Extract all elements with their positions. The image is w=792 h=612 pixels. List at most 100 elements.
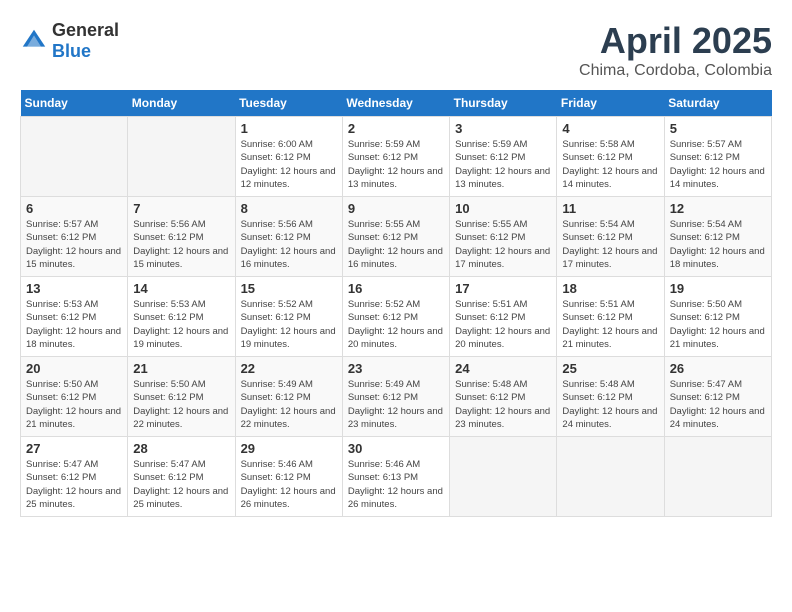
day-number: 22	[241, 361, 337, 376]
weekday-header-thursday: Thursday	[450, 90, 557, 117]
day-number: 30	[348, 441, 444, 456]
calendar-table: SundayMondayTuesdayWednesdayThursdayFrid…	[20, 90, 772, 517]
day-number: 20	[26, 361, 122, 376]
weekday-header-monday: Monday	[128, 90, 235, 117]
day-cell-10: 10 Sunrise: 5:55 AMSunset: 6:12 PMDayligh…	[450, 197, 557, 277]
logo-general: General	[52, 20, 119, 40]
weekday-header-tuesday: Tuesday	[235, 90, 342, 117]
day-info: Sunrise: 5:58 AMSunset: 6:12 PMDaylight:…	[562, 138, 658, 191]
day-info: Sunrise: 5:52 AMSunset: 6:12 PMDaylight:…	[241, 298, 337, 351]
empty-cell	[557, 437, 664, 517]
day-cell-4: 4 Sunrise: 5:58 AMSunset: 6:12 PMDaylight…	[557, 117, 664, 197]
day-cell-20: 20 Sunrise: 5:50 AMSunset: 6:12 PMDayligh…	[21, 357, 128, 437]
day-cell-3: 3 Sunrise: 5:59 AMSunset: 6:12 PMDaylight…	[450, 117, 557, 197]
day-info: Sunrise: 5:46 AMSunset: 6:13 PMDaylight:…	[348, 458, 444, 511]
day-number: 4	[562, 121, 658, 136]
day-info: Sunrise: 5:50 AMSunset: 6:12 PMDaylight:…	[26, 378, 122, 431]
day-cell-14: 14 Sunrise: 5:53 AMSunset: 6:12 PMDayligh…	[128, 277, 235, 357]
day-info: Sunrise: 5:51 AMSunset: 6:12 PMDaylight:…	[455, 298, 551, 351]
day-number: 14	[133, 281, 229, 296]
empty-cell	[450, 437, 557, 517]
day-info: Sunrise: 5:48 AMSunset: 6:12 PMDaylight:…	[562, 378, 658, 431]
day-info: Sunrise: 5:47 AMSunset: 6:12 PMDaylight:…	[670, 378, 766, 431]
day-number: 11	[562, 201, 658, 216]
day-cell-19: 19Sunrise: 5:50 AMSunset: 6:12 PMDayligh…	[664, 277, 771, 357]
day-info: Sunrise: 5:49 AMSunset: 6:12 PMDaylight:…	[241, 378, 337, 431]
logo-icon	[20, 27, 48, 55]
weekday-header-sunday: Sunday	[21, 90, 128, 117]
logo-blue: Blue	[52, 41, 91, 61]
day-number: 7	[133, 201, 229, 216]
day-info: Sunrise: 5:47 AMSunset: 6:12 PMDaylight:…	[133, 458, 229, 511]
day-cell-18: 18Sunrise: 5:51 AMSunset: 6:12 PMDayligh…	[557, 277, 664, 357]
day-cell-13: 13 Sunrise: 5:53 AMSunset: 6:12 PMDayligh…	[21, 277, 128, 357]
day-number: 17	[455, 281, 551, 296]
day-number: 10	[455, 201, 551, 216]
day-number: 29	[241, 441, 337, 456]
day-info: Sunrise: 5:50 AMSunset: 6:12 PMDaylight:…	[133, 378, 229, 431]
day-cell-27: 27 Sunrise: 5:47 AMSunset: 6:12 PMDayligh…	[21, 437, 128, 517]
day-cell-9: 9 Sunrise: 5:55 AMSunset: 6:12 PMDaylight…	[342, 197, 449, 277]
day-number: 3	[455, 121, 551, 136]
day-number: 6	[26, 201, 122, 216]
day-info: Sunrise: 5:52 AMSunset: 6:12 PMDaylight:…	[348, 298, 444, 351]
day-info: Sunrise: 5:53 AMSunset: 6:12 PMDaylight:…	[133, 298, 229, 351]
day-cell-17: 17 Sunrise: 5:51 AMSunset: 6:12 PMDayligh…	[450, 277, 557, 357]
day-info: Sunrise: 5:59 AMSunset: 6:12 PMDaylight:…	[455, 138, 551, 191]
weekday-header-saturday: Saturday	[664, 90, 771, 117]
week-row-2: 6Sunrise: 5:57 AMSunset: 6:12 PMDaylight…	[21, 197, 772, 277]
day-info: Sunrise: 5:55 AMSunset: 6:12 PMDaylight:…	[348, 218, 444, 271]
empty-cell	[664, 437, 771, 517]
day-number: 23	[348, 361, 444, 376]
day-number: 26	[670, 361, 766, 376]
day-info: Sunrise: 5:55 AMSunset: 6:12 PMDaylight:…	[455, 218, 551, 271]
day-info: Sunrise: 5:46 AMSunset: 6:12 PMDaylight:…	[241, 458, 337, 511]
day-cell-23: 23 Sunrise: 5:49 AMSunset: 6:12 PMDayligh…	[342, 357, 449, 437]
weekday-header-row: SundayMondayTuesdayWednesdayThursdayFrid…	[21, 90, 772, 117]
day-info: Sunrise: 5:50 AMSunset: 6:12 PMDaylight:…	[670, 298, 766, 351]
day-number: 13	[26, 281, 122, 296]
month-title: April 2025	[579, 20, 772, 62]
day-info: Sunrise: 5:57 AMSunset: 6:12 PMDaylight:…	[670, 138, 766, 191]
day-info: Sunrise: 6:00 AMSunset: 6:12 PMDaylight:…	[241, 138, 337, 191]
day-number: 15	[241, 281, 337, 296]
day-cell-11: 11Sunrise: 5:54 AMSunset: 6:12 PMDayligh…	[557, 197, 664, 277]
day-number: 28	[133, 441, 229, 456]
day-number: 25	[562, 361, 658, 376]
day-cell-28: 28 Sunrise: 5:47 AMSunset: 6:12 PMDayligh…	[128, 437, 235, 517]
title-block: April 2025 Chima, Cordoba, Colombia	[579, 20, 772, 80]
day-cell-30: 30 Sunrise: 5:46 AMSunset: 6:13 PMDayligh…	[342, 437, 449, 517]
day-info: Sunrise: 5:53 AMSunset: 6:12 PMDaylight:…	[26, 298, 122, 351]
day-number: 27	[26, 441, 122, 456]
day-info: Sunrise: 5:56 AMSunset: 6:12 PMDaylight:…	[133, 218, 229, 271]
week-row-5: 27 Sunrise: 5:47 AMSunset: 6:12 PMDayligh…	[21, 437, 772, 517]
day-cell-5: 5 Sunrise: 5:57 AMSunset: 6:12 PMDaylight…	[664, 117, 771, 197]
day-number: 5	[670, 121, 766, 136]
day-cell-16: 16Sunrise: 5:52 AMSunset: 6:12 PMDayligh…	[342, 277, 449, 357]
day-info: Sunrise: 5:54 AMSunset: 6:12 PMDaylight:…	[670, 218, 766, 271]
weekday-header-wednesday: Wednesday	[342, 90, 449, 117]
day-cell-12: 12Sunrise: 5:54 AMSunset: 6:12 PMDayligh…	[664, 197, 771, 277]
day-info: Sunrise: 5:47 AMSunset: 6:12 PMDaylight:…	[26, 458, 122, 511]
day-number: 18	[562, 281, 658, 296]
page-header: General Blue April 2025 Chima, Cordoba, …	[20, 20, 772, 80]
day-cell-25: 25 Sunrise: 5:48 AMSunset: 6:12 PMDayligh…	[557, 357, 664, 437]
day-cell-2: 2Sunrise: 5:59 AMSunset: 6:12 PMDaylight…	[342, 117, 449, 197]
day-cell-26: 26 Sunrise: 5:47 AMSunset: 6:12 PMDayligh…	[664, 357, 771, 437]
day-number: 24	[455, 361, 551, 376]
day-info: Sunrise: 5:49 AMSunset: 6:12 PMDaylight:…	[348, 378, 444, 431]
week-row-4: 20 Sunrise: 5:50 AMSunset: 6:12 PMDayligh…	[21, 357, 772, 437]
day-cell-1: 1Sunrise: 6:00 AMSunset: 6:12 PMDaylight…	[235, 117, 342, 197]
day-number: 8	[241, 201, 337, 216]
day-cell-8: 8Sunrise: 5:56 AMSunset: 6:12 PMDaylight…	[235, 197, 342, 277]
day-number: 9	[348, 201, 444, 216]
day-info: Sunrise: 5:48 AMSunset: 6:12 PMDaylight:…	[455, 378, 551, 431]
week-row-1: 1Sunrise: 6:00 AMSunset: 6:12 PMDaylight…	[21, 117, 772, 197]
logo-text: General Blue	[52, 20, 119, 62]
empty-cell	[128, 117, 235, 197]
day-cell-7: 7 Sunrise: 5:56 AMSunset: 6:12 PMDaylight…	[128, 197, 235, 277]
location: Chima, Cordoba, Colombia	[579, 62, 772, 80]
day-cell-21: 21Sunrise: 5:50 AMSunset: 6:12 PMDayligh…	[128, 357, 235, 437]
empty-cell	[21, 117, 128, 197]
day-cell-6: 6Sunrise: 5:57 AMSunset: 6:12 PMDaylight…	[21, 197, 128, 277]
